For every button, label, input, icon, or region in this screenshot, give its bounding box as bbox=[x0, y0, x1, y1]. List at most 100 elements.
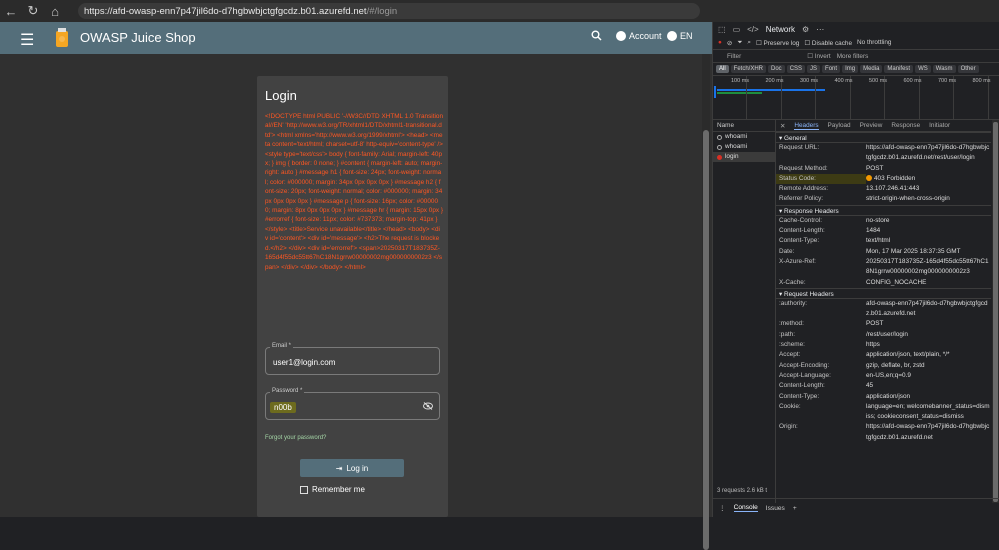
header-value: https bbox=[866, 341, 880, 349]
language-button[interactable]: EN bbox=[667, 31, 693, 41]
header-value: gzip, deflate, br, zstd bbox=[866, 361, 925, 369]
filter-chip-doc[interactable]: Doc bbox=[768, 65, 785, 73]
drawer-tab-issues[interactable]: Issues bbox=[766, 505, 785, 512]
record-icon[interactable]: ● bbox=[718, 39, 722, 46]
devtools-tabbar: ⬚ ▭ </> Network ⚙ ⋯ bbox=[713, 22, 999, 36]
device-icon[interactable]: ▭ bbox=[733, 25, 741, 34]
app-title: OWASP Juice Shop bbox=[80, 30, 196, 45]
request-row[interactable]: whoami bbox=[713, 142, 775, 152]
email-value: user1@login.com bbox=[273, 358, 336, 367]
header-row: X-Cache: CONFIG_NOCACHE bbox=[776, 278, 991, 288]
filter-chip-manifest[interactable]: Manifest bbox=[884, 65, 914, 73]
elements-icon[interactable]: </> bbox=[747, 25, 759, 34]
more-icon[interactable]: ⋮ bbox=[719, 504, 726, 512]
devtools-drawer: ⋮ Console Issues + bbox=[713, 498, 999, 517]
search-icon[interactable]: ⌕ bbox=[747, 39, 751, 47]
request-type-icon bbox=[717, 144, 722, 150]
app-toolbar: ☰ OWASP Juice Shop Account EN bbox=[0, 22, 712, 54]
header-name: Cookie: bbox=[779, 402, 801, 410]
language-label: EN bbox=[680, 31, 693, 41]
filter-chip-img[interactable]: Img bbox=[842, 65, 859, 73]
drawer-tab-console[interactable]: Console bbox=[733, 504, 758, 512]
filter-chip-fetchxhr[interactable]: Fetch/XHR bbox=[730, 65, 767, 73]
page-title: Login bbox=[265, 88, 297, 103]
tab-headers[interactable]: Headers bbox=[794, 122, 819, 130]
header-value: application/json bbox=[866, 392, 911, 400]
header-name: Content-Type: bbox=[779, 392, 820, 400]
request-type-icon bbox=[717, 134, 722, 140]
reload-icon[interactable]: ↻ bbox=[22, 0, 44, 22]
tab-response[interactable]: Response bbox=[891, 122, 920, 129]
filter-chip-js[interactable]: JS bbox=[807, 65, 821, 73]
header-value: afd-owasp-enn7p47jil6do-d7hgbwbjctgfgcdz… bbox=[866, 299, 988, 318]
tab-payload[interactable]: Payload bbox=[828, 122, 851, 129]
header-row: Cache-Control: no-store bbox=[776, 216, 991, 226]
filter-icon[interactable]: ⏷ bbox=[737, 39, 742, 47]
login-icon: ⇥ bbox=[335, 463, 343, 473]
menu-icon[interactable]: ☰ bbox=[20, 30, 34, 50]
network-toolbar: ● ⊘ ⏷ ⌕ ☐ Preserve log ☐ Disable cache N… bbox=[713, 36, 999, 50]
invert-checkbox[interactable]: ☐ Invert bbox=[807, 52, 831, 60]
filter-chip-all[interactable]: All bbox=[716, 65, 729, 73]
header-name: :authority: bbox=[779, 299, 808, 307]
header-name: Referrer Policy: bbox=[779, 195, 824, 203]
add-tab-icon[interactable]: + bbox=[793, 505, 797, 512]
address-bar[interactable]: https://afd-owasp-enn7p47jil6do-d7hgbwbj… bbox=[78, 3, 700, 19]
request-row[interactable]: whoami bbox=[713, 132, 775, 142]
disable-cache-checkbox[interactable]: ☐ Disable cache bbox=[804, 39, 852, 47]
preserve-log-checkbox[interactable]: ☐ Preserve log bbox=[756, 39, 799, 47]
header-row: Accept-Encoding: gzip, deflate, br, zstd bbox=[776, 361, 991, 371]
filter-chip-wasm[interactable]: Wasm bbox=[932, 65, 956, 73]
timeline-cursor bbox=[714, 86, 716, 98]
details-tabs: ✕ Headers Payload Preview Response Initiator bbox=[776, 120, 991, 132]
response-headers-section[interactable]: ▾ Response Headers bbox=[776, 204, 991, 216]
header-name: Date: bbox=[779, 247, 795, 255]
devtools-panel: ⬚ ▭ </> Network ⚙ ⋯ ● ⊘ ⏷ ⌕ ☐ Preserve l… bbox=[712, 22, 999, 517]
password-field[interactable]: Password * n00b bbox=[265, 388, 440, 420]
scrollbar-thumb[interactable] bbox=[993, 122, 998, 502]
more-icon[interactable]: ⋯ bbox=[816, 25, 824, 34]
request-row[interactable]: login bbox=[713, 152, 775, 162]
home-icon[interactable]: ⌂ bbox=[44, 0, 66, 22]
filter-chip-media[interactable]: Media bbox=[860, 65, 883, 73]
filter-input[interactable]: Filter bbox=[727, 53, 741, 60]
tab-preview[interactable]: Preview bbox=[860, 122, 883, 129]
header-name: X-Cache: bbox=[779, 278, 806, 286]
header-row: Request URL: https://afd-owasp-enn7p47jil… bbox=[776, 143, 991, 164]
account-button[interactable]: Account bbox=[616, 31, 662, 41]
page-scrollbar[interactable] bbox=[702, 54, 710, 550]
remember-me-checkbox[interactable]: Remember me bbox=[300, 485, 365, 494]
header-name: Content-Length: bbox=[779, 227, 825, 235]
gear-icon[interactable]: ⚙ bbox=[802, 25, 809, 34]
page-viewport: ☰ OWASP Juice Shop Account EN Login <!DO… bbox=[0, 22, 712, 517]
login-button[interactable]: ⇥ Log in bbox=[300, 459, 404, 477]
clear-icon[interactable]: ⊘ bbox=[727, 39, 732, 47]
juice-shop-logo bbox=[56, 28, 68, 47]
search-icon[interactable] bbox=[591, 30, 602, 44]
request-headers-section[interactable]: ▾ Request Headers bbox=[776, 287, 991, 299]
filter-chip-other[interactable]: Other bbox=[957, 65, 979, 73]
header-value: 20250317T183735Z-165d4f55dc55tt67hC18N1g… bbox=[866, 257, 989, 276]
filter-chip-font[interactable]: Font bbox=[822, 65, 841, 73]
header-name: Accept-Language: bbox=[779, 371, 831, 379]
header-value: POST bbox=[866, 320, 884, 328]
filter-chip-css[interactable]: CSS bbox=[786, 65, 806, 73]
details-scrollbar[interactable] bbox=[992, 120, 999, 503]
throttling-select[interactable]: No throttling bbox=[857, 39, 891, 46]
status-warning-icon bbox=[866, 174, 872, 181]
type-filter-chips: All Fetch/XHR Doc CSS JS Font Img Media Manifest… bbox=[713, 63, 999, 76]
tab-network[interactable]: Network bbox=[766, 25, 795, 34]
filter-chip-ws[interactable]: WS bbox=[915, 65, 931, 73]
inspect-icon[interactable]: ⬚ bbox=[718, 25, 726, 34]
email-field[interactable]: Email * user1@login.com bbox=[265, 343, 440, 375]
visibility-off-icon[interactable] bbox=[423, 402, 433, 410]
tab-initiator[interactable]: Initiator bbox=[929, 122, 950, 129]
general-section-header[interactable]: ▾ General bbox=[776, 132, 991, 143]
forgot-password-link[interactable]: Forgot your password? bbox=[265, 435, 326, 441]
more-filters-dropdown[interactable]: More filters bbox=[837, 53, 869, 60]
back-icon[interactable]: ← bbox=[0, 0, 22, 22]
close-icon[interactable]: ✕ bbox=[780, 122, 785, 130]
network-status: 3 requests 2.6 kB t bbox=[717, 488, 768, 494]
scrollbar-thumb[interactable] bbox=[703, 130, 709, 550]
request-name: login bbox=[725, 153, 739, 160]
